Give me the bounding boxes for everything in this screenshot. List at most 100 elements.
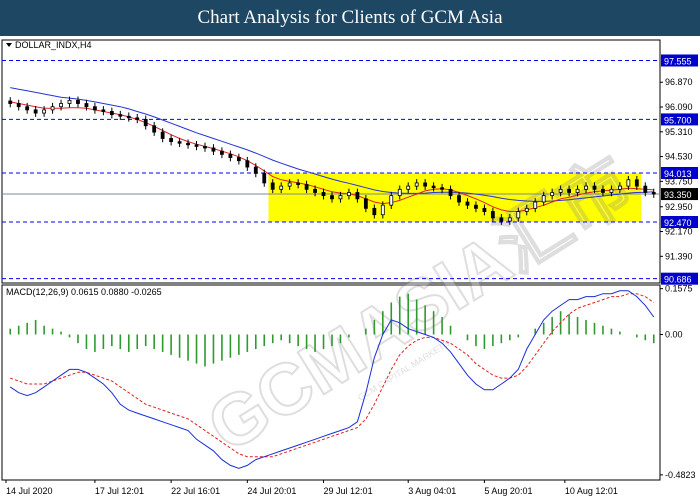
- level-tag-label: 97.555: [664, 56, 692, 66]
- candle-body: [245, 160, 250, 168]
- banner-title: Chart Analysis for Clients of GCM Asia: [197, 7, 503, 28]
- candle-body: [499, 217, 504, 222]
- chart-banner: Chart Analysis for Clients of GCM Asia: [0, 0, 700, 36]
- candle-body: [372, 207, 377, 216]
- candle-body: [626, 179, 631, 187]
- time-tick-label: 22 Jul 16:01: [171, 486, 220, 496]
- candle-body: [287, 182, 292, 187]
- candle-body: [541, 195, 546, 203]
- symbol-label: DOLLAR_INDX,H4: [15, 40, 92, 50]
- candle-body: [592, 185, 597, 190]
- price-tick-label: 94.530: [665, 152, 693, 162]
- candle-body: [465, 201, 470, 206]
- candle-body: [651, 192, 656, 195]
- candle-body: [203, 146, 207, 149]
- candle-body: [380, 204, 385, 216]
- candle-body: [321, 192, 326, 197]
- candle-body: [363, 198, 368, 209]
- candle-body: [397, 188, 402, 197]
- time-tick-label: 29 Jul 12:01: [324, 486, 373, 496]
- candle-body: [634, 179, 639, 187]
- candle-body: [186, 142, 190, 146]
- macd-tick-label: 0.1575: [665, 284, 693, 294]
- candle-body: [236, 157, 241, 162]
- candle-body: [567, 188, 571, 193]
- candle-body: [617, 185, 622, 190]
- price-tick-label: 96.870: [665, 77, 693, 87]
- candle-body: [474, 204, 478, 209]
- candle-body: [406, 185, 411, 190]
- candle-body: [8, 100, 13, 104]
- candle-body: [533, 201, 538, 209]
- candle-body: [550, 192, 555, 197]
- candle-body: [457, 195, 461, 203]
- candle-body: [194, 144, 199, 147]
- candle-body: [524, 207, 529, 212]
- candle-body: [118, 114, 123, 117]
- time-tick-label: 17 Jul 12:01: [95, 486, 144, 496]
- price-tick-label: 95.310: [665, 127, 693, 137]
- candle-body: [643, 185, 648, 193]
- price-tick-label: 93.750: [665, 176, 693, 186]
- macd-tick-label: -0.4823: [665, 470, 696, 480]
- candle-body: [220, 150, 224, 155]
- candle-body: [482, 207, 487, 212]
- time-tick-label: 14 Jul 2020: [6, 486, 53, 496]
- candle-body: [152, 125, 157, 133]
- candle-body: [25, 106, 30, 111]
- macd-tick-label: 0.00: [665, 329, 683, 339]
- candle-body: [355, 192, 360, 200]
- candle-body: [135, 117, 140, 120]
- candle-body: [423, 182, 428, 187]
- candle-body: [16, 103, 21, 108]
- candle-body: [507, 217, 512, 222]
- candle-body: [448, 188, 453, 197]
- price-tick-label: 91.390: [665, 251, 693, 261]
- candle-body: [84, 103, 89, 108]
- candle-body: [67, 99, 72, 104]
- time-tick-label: 24 Jul 20:01: [247, 486, 296, 496]
- candle-body: [93, 106, 97, 111]
- candle-body: [270, 182, 275, 190]
- price-tick-label: 92.950: [665, 202, 693, 212]
- candle-body: [575, 188, 580, 193]
- candle-body: [109, 111, 114, 116]
- candle-body: [601, 188, 605, 193]
- candle-body: [76, 99, 80, 104]
- candle-body: [516, 211, 521, 219]
- macd-label: MACD(12,26,9) 0.0615 0.0880 -0.0265: [6, 287, 162, 297]
- candle-body: [211, 147, 216, 152]
- candle-body: [279, 185, 284, 190]
- candle-body: [262, 173, 267, 184]
- candle-body: [558, 188, 563, 193]
- current-price-label: 93.350: [664, 190, 692, 200]
- time-tick-label: 3 Aug 04:01: [408, 486, 456, 496]
- candle-body: [389, 195, 394, 206]
- candle-body: [296, 182, 301, 185]
- price-tick-label: 92.170: [665, 227, 693, 237]
- level-tag-label: 95.700: [664, 115, 692, 125]
- candle-body: [126, 115, 131, 119]
- candle-body: [160, 131, 165, 139]
- candle-body: [42, 109, 47, 114]
- candle-body: [490, 211, 495, 219]
- candle-body: [177, 141, 182, 144]
- candle-body: [169, 138, 174, 143]
- candle-body: [59, 103, 63, 108]
- candle-body: [50, 106, 55, 111]
- candle-body: [304, 184, 309, 190]
- candle-body: [228, 153, 233, 158]
- candle-body: [143, 119, 148, 127]
- candle-body: [347, 192, 351, 197]
- candle-body: [330, 195, 334, 200]
- price-tick-label: 96.090: [665, 102, 693, 112]
- time-tick-label: 5 Aug 20:01: [484, 486, 532, 496]
- candle-body: [253, 166, 258, 174]
- candle-body: [101, 109, 106, 112]
- candle-body: [584, 185, 588, 190]
- candle-body: [338, 195, 343, 200]
- candle-body: [313, 188, 317, 193]
- candle-body: [609, 188, 614, 193]
- chart-area: GCMASIA汇市GCM CAPITAL MARKETS97.55595.700…: [1, 39, 698, 496]
- time-tick-label: 10 Aug 12:01: [565, 486, 618, 496]
